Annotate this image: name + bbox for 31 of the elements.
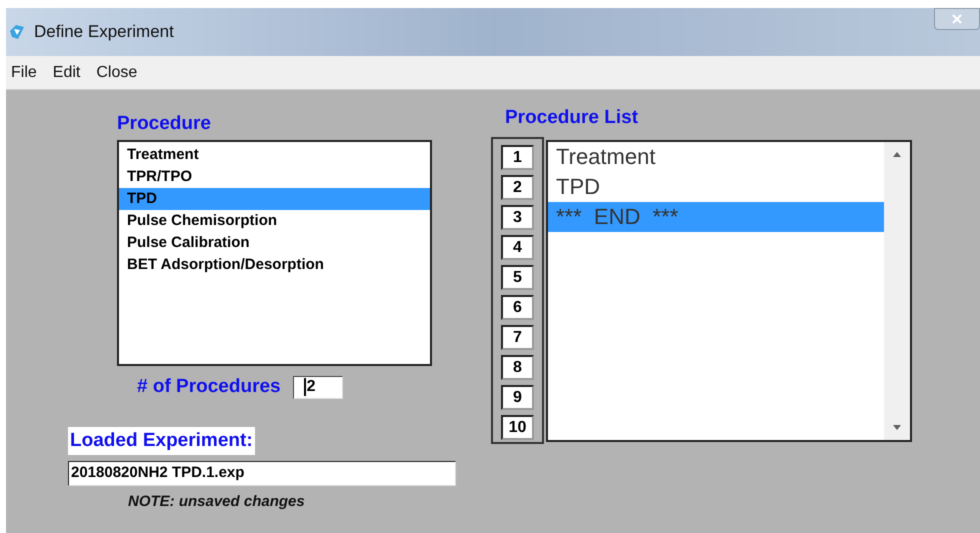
list-item[interactable]: TPD: [119, 188, 430, 210]
procedure-list-label: Procedure List: [505, 106, 640, 130]
slot-number[interactable]: 8: [501, 355, 534, 380]
slot-number[interactable]: 4: [501, 235, 534, 260]
close-button[interactable]: [934, 8, 980, 30]
scrollbar[interactable]: [884, 142, 910, 440]
slot-number[interactable]: 6: [501, 295, 534, 320]
slot-number[interactable]: 3: [501, 205, 534, 230]
list-item[interactable]: *** END ***: [548, 202, 884, 232]
slot-number[interactable]: 2: [501, 175, 534, 200]
menu-item[interactable]: Close: [95, 60, 138, 84]
app-icon: [8, 23, 26, 41]
slot-number[interactable]: 5: [501, 265, 534, 290]
slot-number[interactable]: 9: [501, 385, 534, 410]
menu-item[interactable]: File: [10, 60, 38, 84]
slot-number[interactable]: 10: [501, 415, 534, 440]
scroll-up-icon[interactable]: [893, 152, 901, 157]
slot-number[interactable]: 1: [501, 145, 534, 170]
note-text: NOTE: unsaved changes: [128, 492, 305, 512]
close-icon: [952, 14, 962, 24]
scroll-down-icon[interactable]: [893, 425, 901, 430]
window-title: Define Experiment: [34, 21, 174, 44]
slot-number[interactable]: 7: [501, 325, 534, 350]
count-field[interactable]: 2: [292, 376, 343, 399]
experiment-file-field[interactable]: 20180820NH2 TPD.1.exp: [68, 460, 456, 486]
loaded-experiment-label: Loaded Experiment:: [68, 426, 255, 454]
menu-item[interactable]: Edit: [52, 60, 82, 84]
count-label: # of Procedures: [137, 375, 281, 399]
procedure-list[interactable]: Treatment TPD *** END ***: [546, 140, 912, 442]
procedure-label: Procedure: [117, 112, 212, 136]
procedure-listbox[interactable]: Treatment TPR/TPO TPD Pulse Chemisorption Pulse Calibration BET Adsorption/Desorption: [117, 140, 432, 366]
